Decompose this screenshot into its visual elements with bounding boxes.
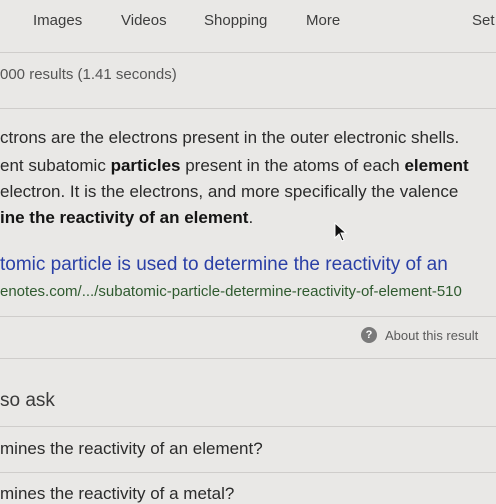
stats-divider [0, 108, 496, 109]
tab-images[interactable]: Images [33, 12, 82, 29]
mouse-pointer-icon [334, 222, 348, 242]
about-this-result[interactable]: ? About this result [361, 327, 478, 343]
snippet-bold: particles [110, 156, 181, 175]
snippet-bold: element [404, 156, 469, 175]
result-title-link[interactable]: tomic particle is used to determine the … [0, 254, 448, 276]
snippet-divider [0, 316, 496, 317]
snippet-text: present in the atoms of each [180, 156, 405, 175]
snippet-text: ent subatomic [0, 156, 111, 175]
snippet-line-4: ine the reactivity of an element. [0, 208, 253, 228]
about-label: About this result [385, 327, 479, 343]
paa-question[interactable]: mines the reactivity of a metal? [0, 484, 234, 504]
snippet-bold: ine the reactivity of an element [0, 208, 249, 227]
paa-divider [0, 472, 496, 473]
paa-divider [0, 426, 496, 427]
tab-shopping[interactable]: Shopping [204, 12, 267, 29]
tab-more[interactable]: More [306, 12, 340, 29]
snippet-text: . [248, 208, 254, 227]
people-also-ask-title: so ask [0, 390, 55, 411]
snippet-line-2: ent subatomic particles present in the a… [0, 156, 469, 176]
tab-videos[interactable]: Videos [121, 12, 167, 29]
tab-settings[interactable]: Set [472, 12, 495, 29]
result-stats: 000 results (1.41 seconds) [0, 66, 177, 83]
tabs-divider [0, 52, 496, 53]
help-circle-icon: ? [361, 327, 377, 343]
result-url[interactable]: enotes.com/.../subatomic-particle-determ… [0, 283, 462, 300]
paa-question[interactable]: mines the reactivity of an element? [0, 439, 263, 459]
section-divider [0, 358, 496, 359]
snippet-line-3: electron. It is the electrons, and more … [0, 182, 459, 201]
snippet-line-1: ctrons are the electrons present in the … [0, 128, 460, 147]
